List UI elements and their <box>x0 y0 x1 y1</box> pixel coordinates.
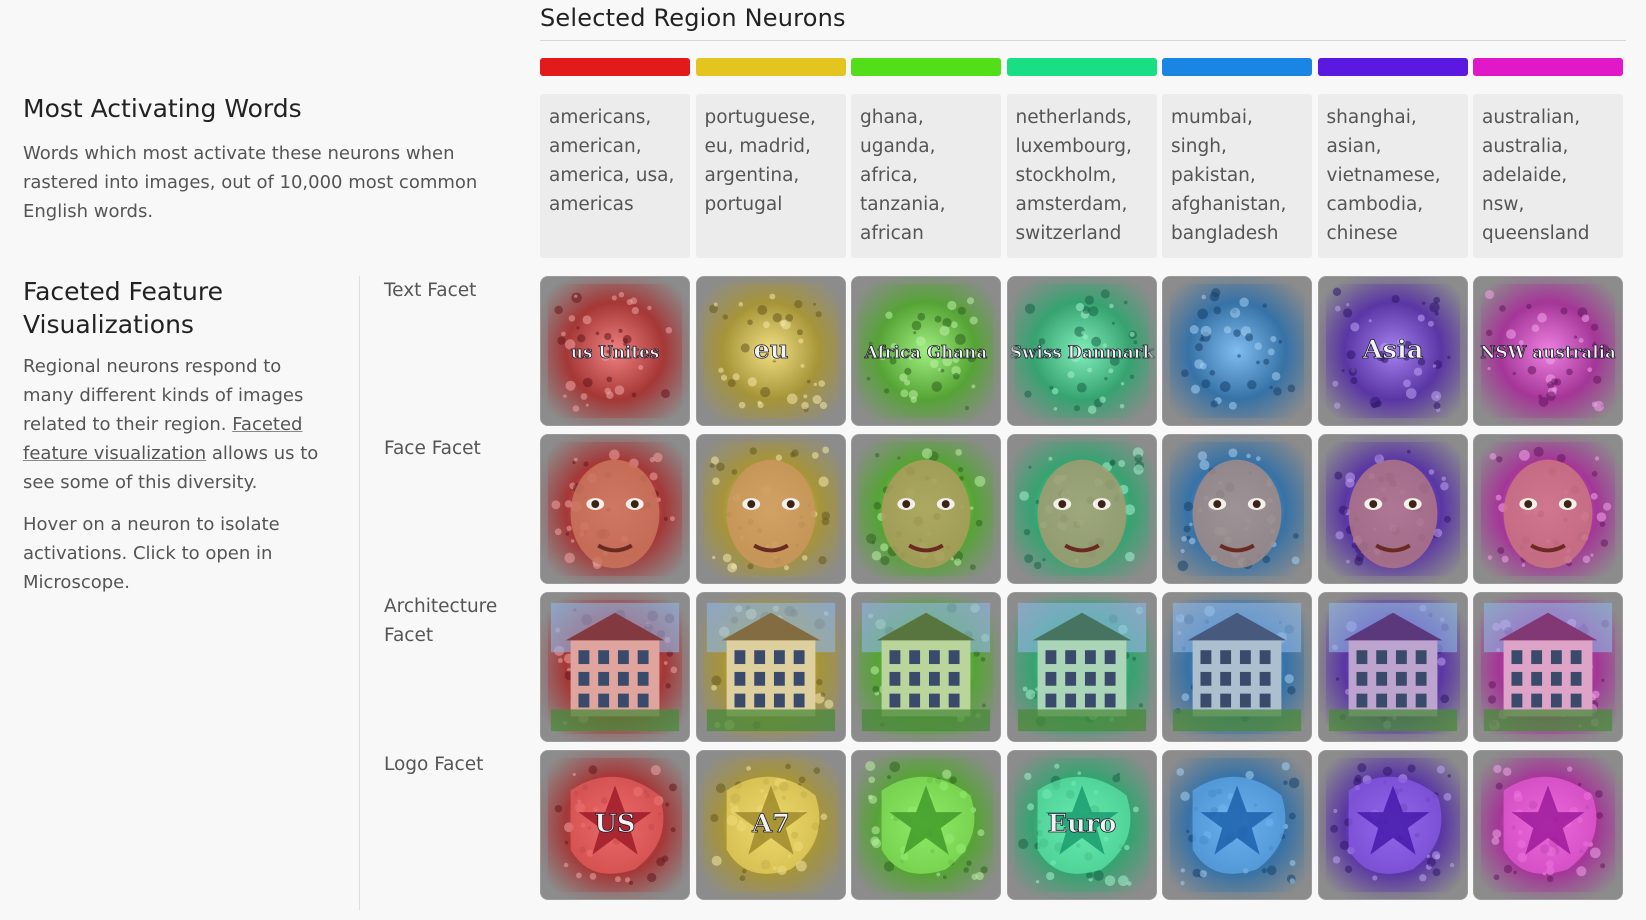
logo-facet-visualization-1[interactable]: US <box>540 750 690 900</box>
tile-text: eu <box>753 335 788 365</box>
activating-words-4: netherlands, luxembourg, stockholm, amst… <box>1006 94 1157 258</box>
face-facet-visualization-6[interactable] <box>1317 434 1468 584</box>
arch-facet-visualization-2[interactable] <box>695 592 846 742</box>
activating-words-1: americans, american, america, usa, ameri… <box>540 94 690 258</box>
activating-words-7: australian, australia, adelaide, nsw, qu… <box>1473 94 1623 258</box>
logo-facet-visualization-4[interactable]: Euro <box>1006 750 1157 900</box>
arch-facet-visualization-7[interactable] <box>1473 592 1623 742</box>
hover-instructions: Hover on a neuron to isolate activations… <box>23 514 280 593</box>
activating-words-3: ghana, uganda, africa, tanzania, african <box>851 94 1001 258</box>
tile-text: Asia <box>1361 335 1423 365</box>
face-facet-visualization-2[interactable] <box>695 434 846 584</box>
text-facet-visualization-4[interactable]: Swiss Danmark <box>1006 276 1157 426</box>
text-facet-visualization-2[interactable]: eu <box>695 276 846 426</box>
logo-facet-visualization-2[interactable]: A7 <box>695 750 846 900</box>
logo-facet-visualization-5[interactable] <box>1162 750 1312 900</box>
neuron-color-bar-1[interactable] <box>540 58 690 76</box>
vertical-divider <box>359 276 360 910</box>
tile-text: A7 <box>751 809 790 839</box>
most-activating-words-description: Words which most activate these neurons … <box>23 143 478 222</box>
arch-facet-visualization-3[interactable] <box>851 592 1001 742</box>
arch-facet-visualization-4[interactable] <box>1006 592 1157 742</box>
facet-label-arch: Architecture Facet <box>384 596 498 646</box>
neuron-color-bar-3[interactable] <box>851 58 1001 76</box>
text-facet-visualization-3[interactable]: Africa Ghana <box>851 276 1001 426</box>
most-activating-words-title: Most Activating Words <box>23 94 302 123</box>
facet-label-face: Face Facet <box>384 438 481 459</box>
arch-facet-visualization-6[interactable] <box>1317 592 1468 742</box>
activating-words-6: shanghai, asian, vietnamese, cambodia, c… <box>1317 94 1468 258</box>
tile-text: Euro <box>1047 809 1116 839</box>
tile-text: NSW australia <box>1480 342 1616 362</box>
text-facet-visualization-5[interactable] <box>1162 276 1312 426</box>
header-title: Selected Region Neurons <box>540 4 846 32</box>
tile-text: Africa Ghana <box>864 342 988 362</box>
logo-facet-visualization-7[interactable] <box>1473 750 1623 900</box>
facet-label-text: Text Facet <box>384 280 477 301</box>
tile-text: Swiss Danmark <box>1009 342 1154 362</box>
face-facet-visualization-1[interactable] <box>540 434 690 584</box>
facet-label-logo: Logo Facet <box>384 754 484 775</box>
neuron-color-bar-6[interactable] <box>1317 58 1468 76</box>
faceted-title: Faceted Feature Visualizations <box>23 277 223 339</box>
neuron-color-bar-4[interactable] <box>1006 58 1157 76</box>
face-facet-visualization-7[interactable] <box>1473 434 1623 584</box>
text-facet-visualization-1[interactable]: us Unites <box>540 276 690 426</box>
logo-facet-visualization-3[interactable] <box>851 750 1001 900</box>
text-facet-visualization-7[interactable]: NSW australia <box>1473 276 1623 426</box>
face-facet-visualization-5[interactable] <box>1162 434 1312 584</box>
faceted-description: Regional neurons respond to many differe… <box>23 352 323 509</box>
neuron-color-bar-2[interactable] <box>695 58 846 76</box>
neuron-color-bar-5[interactable] <box>1162 58 1312 76</box>
face-facet-visualization-4[interactable] <box>1006 434 1157 584</box>
logo-facet-visualization-6[interactable] <box>1317 750 1468 900</box>
text-facet-visualization-6[interactable]: Asia <box>1317 276 1468 426</box>
activating-words-2: portuguese, eu, madrid, argentina, portu… <box>695 94 846 258</box>
neuron-color-bar-7[interactable] <box>1473 58 1623 76</box>
arch-facet-visualization-5[interactable] <box>1162 592 1312 742</box>
activating-words-5: mumbai, singh, pakistan, afghanistan, ba… <box>1162 94 1312 258</box>
arch-facet-visualization-1[interactable] <box>540 592 690 742</box>
header-divider <box>540 40 1626 41</box>
tile-text: us Unites <box>571 342 660 362</box>
tile-text: US <box>595 809 636 839</box>
face-facet-visualization-3[interactable] <box>851 434 1001 584</box>
